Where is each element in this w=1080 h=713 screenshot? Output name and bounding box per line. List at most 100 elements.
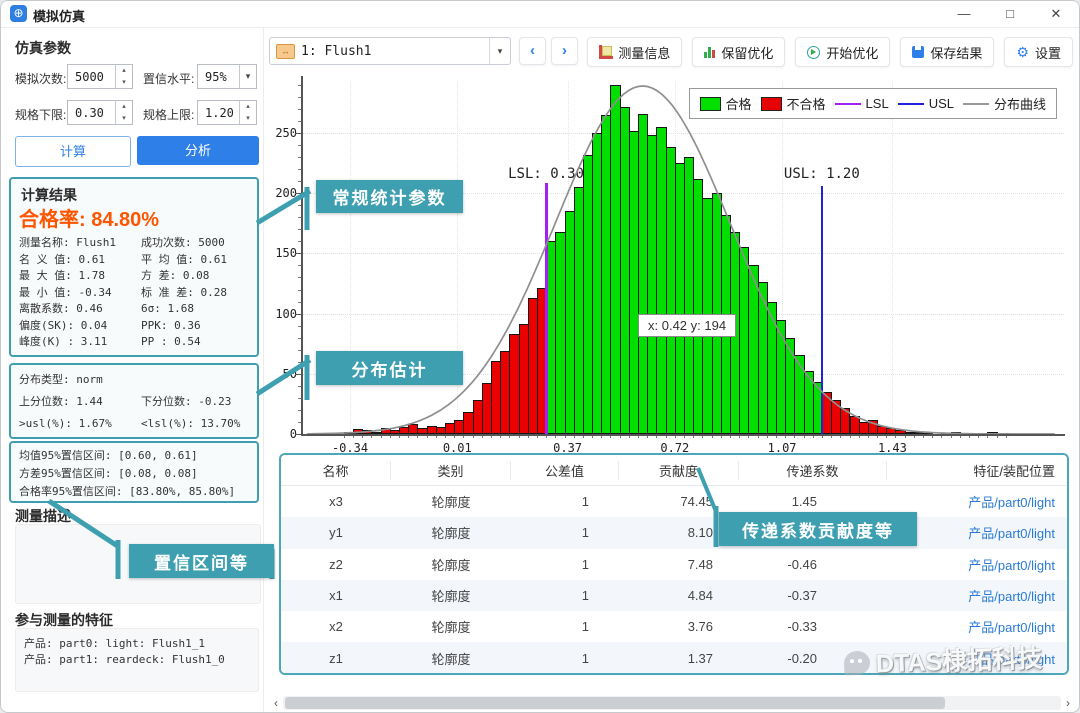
scroll-right-icon[interactable]: › (1061, 695, 1075, 711)
confidence-level-select[interactable]: 95% ▾ (197, 64, 257, 89)
table-cell: 轮廓度 (391, 492, 511, 511)
spinner-arrows[interactable]: ▴▾ (239, 101, 256, 124)
horizontal-scrollbar[interactable]: ‹ › (269, 695, 1075, 711)
params-heading: 仿真参数 (15, 38, 71, 58)
col-header-name[interactable]: 名称 (281, 461, 391, 480)
callout-coefficient: 传递系数贡献度等 (719, 512, 917, 546)
histogram-chart: 050100150200250-0.340.010.370.721.071.43… (269, 76, 1075, 446)
minimize-icon[interactable]: — (941, 1, 987, 27)
usl-label: USL: 1.20 (784, 166, 860, 182)
stat-row: 测量名称: Flush1成功次数: 5000 (19, 235, 253, 252)
y-axis-label: 150 (269, 246, 297, 260)
settings-button[interactable]: ⚙ 设置 (1004, 37, 1073, 67)
table-cell: 轮廓度 (391, 555, 511, 574)
measure-info-icon (599, 46, 612, 59)
lsl-label: LSL: 0.30 (508, 166, 584, 182)
position-link[interactable]: 产品/part0/light (887, 586, 1067, 605)
measurement-icon: ↔ (276, 44, 295, 59)
table-cell: -0.37 (739, 588, 887, 603)
analyze-button[interactable]: 分析 (137, 136, 259, 165)
pass-rate: 合格率: 84.80% (19, 203, 159, 232)
save-icon (912, 46, 924, 58)
table-cell: 1 (511, 525, 619, 540)
scroll-left-icon[interactable]: ‹ (269, 695, 283, 711)
y-axis (301, 76, 303, 434)
measure-info-button[interactable]: 测量信息 (587, 37, 682, 67)
position-link[interactable]: 产品/part0/light (887, 555, 1067, 574)
feature-line: 产品: part0: light: Flush1_1 (24, 636, 250, 652)
prev-measurement-button[interactable]: ‹ (519, 37, 546, 65)
results-panel: 计算结果 合格率: 84.80% 测量名称: Flush1成功次数: 5000名… (9, 177, 259, 357)
col-header-contribution[interactable]: 贡献度 (619, 461, 739, 480)
stat-row: 偏度(SK): 0.04PPK: 0.36 (19, 318, 253, 335)
sidebar: 仿真参数 模拟次数: 5000 ▴▾ 置信水平: 95% ▾ 规格下限: 0.3… (1, 28, 263, 712)
table-cell: z1 (281, 651, 391, 666)
table-cell: 74.45 (619, 494, 739, 509)
close-icon[interactable]: ✕ (1033, 1, 1079, 27)
title-bar: ⊕ 模拟仿真 — □ ✕ (1, 1, 1079, 28)
position-link[interactable]: 产品/part0/light (887, 492, 1067, 511)
calculate-button[interactable]: 计算 (15, 136, 131, 167)
y-axis-label: 50 (269, 367, 297, 381)
spec-lower-input[interactable]: 0.30 ▴▾ (67, 100, 133, 125)
toolbar: ↔ 1: Flush1 ▾ ‹ › 测量信息 保留优化 开始优化 保存结果 (269, 34, 1073, 68)
confidence-line: 方差95%置信区间: [0.08, 0.08] (19, 465, 253, 483)
measurement-value: 1: Flush1 (301, 44, 489, 59)
spinner-arrows[interactable]: ▴▾ (115, 101, 132, 124)
table-cell: 7.48 (619, 557, 739, 572)
measurement-select[interactable]: ↔ 1: Flush1 ▾ (269, 37, 511, 65)
scrollbar-thumb[interactable] (285, 697, 945, 709)
app-window: ⊕ 模拟仿真 — □ ✕ 仿真参数 模拟次数: 5000 ▴▾ 置信水平: 95… (0, 0, 1080, 713)
table-cell: 轮廓度 (391, 523, 511, 542)
table-header: 名称 类别 公差值 贡献度 传递系数 特征/装配位置 (281, 455, 1067, 486)
distribution-panel: 分布类型: norm 上分位数: 1.44下分位数: -0.23>usl(%):… (9, 363, 259, 439)
features-heading: 参与测量的特征 (15, 610, 113, 630)
spinner-arrows[interactable]: ▴▾ (115, 65, 132, 88)
spec-upper-label: 规格上限: (143, 106, 194, 123)
scrollbar-track[interactable] (283, 696, 1061, 710)
usl-line (821, 186, 824, 434)
col-header-position[interactable]: 特征/装配位置 (887, 461, 1067, 480)
table-row[interactable]: x2轮廓度13.76-0.33产品/part0/light (281, 611, 1067, 642)
results-heading: 计算结果 (21, 185, 77, 205)
chart-plot: 050100150200250-0.340.010.370.721.071.43… (269, 76, 1075, 446)
col-header-tolerance[interactable]: 公差值 (511, 461, 619, 480)
save-results-button[interactable]: 保存结果 (900, 37, 994, 67)
table-cell: 1.37 (619, 651, 739, 666)
results-stats: 测量名称: Flush1成功次数: 5000名 义 值: 0.61平 均 值: … (19, 235, 253, 351)
keep-optimization-button[interactable]: 保留优化 (692, 37, 785, 67)
y-axis-label: 100 (269, 307, 297, 321)
y-axis-label: 250 (269, 126, 297, 140)
start-optimization-button[interactable]: 开始优化 (795, 37, 890, 67)
distribution-stats: 上分位数: 1.44下分位数: -0.23>usl(%): 1.67%<lsl(… (19, 391, 253, 435)
spec-upper-input[interactable]: 1.20 ▴▾ (197, 100, 257, 125)
spec-lower-label: 规格下限: (15, 106, 66, 123)
x-axis (301, 434, 1065, 436)
wechat-icon (844, 651, 871, 676)
table-cell: y1 (281, 525, 391, 540)
next-measurement-button[interactable]: › (551, 37, 578, 65)
stat-row: 最 大 值: 1.78方 差: 0.08 (19, 268, 253, 285)
gridline (301, 133, 1064, 134)
position-link[interactable]: 产品/part0/light (887, 617, 1067, 636)
play-icon (807, 46, 820, 59)
table-row[interactable]: z2轮廓度17.48-0.46产品/part0/light (281, 549, 1067, 580)
table-row[interactable]: y1轮廓度18.10产品/part0/light (281, 517, 1067, 548)
chevron-down-icon[interactable]: ▾ (239, 65, 256, 88)
maximize-icon[interactable]: □ (987, 1, 1033, 27)
table-cell: x2 (281, 619, 391, 634)
sim-count-input[interactable]: 5000 ▴▾ (67, 64, 133, 89)
table-cell: -0.33 (739, 619, 887, 634)
table-cell: 1.45 (739, 494, 887, 509)
table-cell: -0.46 (739, 557, 887, 572)
feature-line: 产品: part1: reardeck: Flush1_0 (24, 652, 250, 668)
sim-count-label: 模拟次数: (15, 70, 66, 87)
divider (263, 28, 264, 712)
col-header-type[interactable]: 类别 (391, 461, 511, 480)
table-row[interactable]: x3轮廓度174.451.45产品/part0/light (281, 486, 1067, 517)
table-cell: 4.84 (619, 588, 739, 603)
col-header-coefficient[interactable]: 传递系数 (739, 461, 887, 480)
callout-distribution: 分布估计 (316, 351, 463, 385)
table-row[interactable]: x1轮廓度14.84-0.37产品/part0/light (281, 580, 1067, 611)
chevron-down-icon[interactable]: ▾ (489, 38, 510, 64)
